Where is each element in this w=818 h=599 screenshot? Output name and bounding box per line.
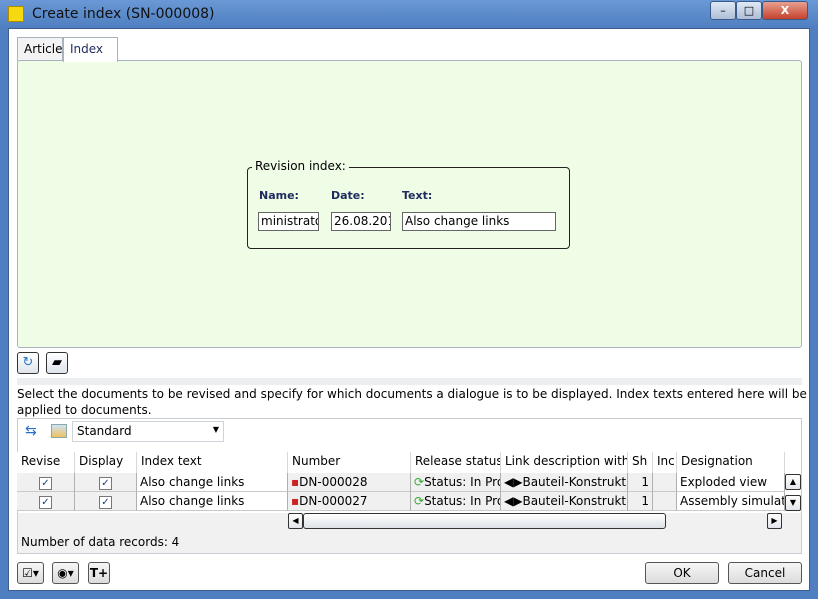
designation-value: Exploded view [680,475,768,489]
number-value: DN-000027 [299,494,368,508]
close-button[interactable]: X [762,1,808,20]
cell-designation[interactable]: Exploded view [677,473,785,492]
column-header[interactable]: Index text [137,452,288,473]
status-cycle-icon: ⟳ [414,494,425,508]
checkbox-icon: ☑▾ [22,566,39,580]
tab-index[interactable]: Index [63,37,118,62]
cell-display[interactable]: ✓ [75,492,137,511]
cell-inc[interactable] [653,473,677,492]
sh-value: 1 [641,494,649,508]
cell-number[interactable]: ▪DN-000027 [288,492,411,511]
index_text-value: Also change links [140,475,245,489]
chevron-down-icon: ▼ [212,425,219,434]
cell-revise[interactable]: ✓ [17,492,75,511]
status-value: Status: In Progress [424,494,500,508]
column-header[interactable]: Sh [628,452,653,473]
status-value: Status: In Progress [424,475,500,489]
status-cycle-icon: ⟳ [414,475,425,489]
refresh-icon: ↻ [22,355,34,370]
text-format-button[interactable]: T+ [88,562,110,584]
display-checkbox[interactable]: ✓ [99,496,112,509]
eraser-button[interactable]: ▰ [46,352,68,374]
link-value: Bauteil-Konstruktion [522,494,627,508]
view-settings-icon[interactable] [51,424,67,438]
cancel-button[interactable]: Cancel [728,562,802,584]
view-select[interactable]: Standard ▼ [72,421,224,442]
date-label: Date: [331,189,365,202]
date-field[interactable]: 26.08.2015 [331,212,391,231]
refresh-button[interactable]: ↻ [17,352,39,374]
scroll-right-button[interactable]: ▶ [767,513,782,529]
tab-article[interactable]: Article [17,37,63,61]
index_text-value: Also change links [140,494,245,508]
column-header[interactable]: Revise [17,452,75,473]
ok-button[interactable]: OK [645,562,719,584]
cell-number[interactable]: ▪DN-000028 [288,473,411,492]
link-arrows-icon: ◀▶ [504,475,523,489]
app-icon [8,6,24,22]
scroll-left-button[interactable]: ◀ [288,513,303,529]
text-field[interactable]: Also change links [402,212,556,231]
eraser-icon: ▰ [52,355,62,370]
pdf-document-icon: ▪ [291,494,300,508]
revise-checkbox[interactable]: ✓ [39,496,52,509]
revise-checkbox[interactable]: ✓ [39,477,52,490]
column-header[interactable]: Inc [653,452,677,473]
number-value: DN-000028 [299,475,368,489]
scroll-up-button[interactable]: ▲ [785,474,801,490]
text-icon: T+ [89,566,109,580]
revision-index-group [247,167,570,249]
cell-display[interactable]: ✓ [75,473,137,492]
designation-value: Assembly simulation [680,494,785,508]
name-label: Name: [259,189,299,202]
window-title: Create index (SN-000008) [32,6,215,22]
column-header[interactable]: Display [75,452,137,473]
text-label: Text: [402,189,433,202]
minimize-button[interactable]: – [710,1,736,20]
instructions-text: Select the documents to be revised and s… [17,387,807,417]
cell-index_text[interactable]: Also change links [137,492,288,511]
revision-index-legend: Revision index: [252,159,349,173]
record-count: Number of data records: 4 [21,535,180,549]
sh-value: 1 [641,475,649,489]
scroll-down-button[interactable]: ▼ [785,495,801,511]
swap-icon[interactable]: ⇆ [25,423,37,439]
eye-icon: ◉▾ [57,566,74,580]
display-options-button[interactable]: ◉▾ [52,562,79,584]
cell-revise[interactable]: ✓ [17,473,75,492]
view-select-value: Standard [77,424,132,438]
cell-link[interactable]: ◀▶Bauteil-Konstruktion [501,473,628,492]
cell-designation[interactable]: Assembly simulation [677,492,785,511]
column-header[interactable]: Designation [677,452,785,473]
name-field[interactable]: ministrator [258,212,319,231]
display-checkbox[interactable]: ✓ [99,477,112,490]
horizontal-scrollbar-thumb[interactable] [303,513,666,529]
cell-sh[interactable]: 1 [628,473,653,492]
cell-index_text[interactable]: Also change links [137,473,288,492]
maximize-button[interactable]: □ [736,1,762,20]
column-header[interactable]: Number [288,452,411,473]
splitter[interactable] [17,378,802,385]
column-header[interactable]: Link description with i [501,452,628,473]
check-options-button[interactable]: ☑▾ [17,562,44,584]
cell-sh[interactable]: 1 [628,492,653,511]
cell-status[interactable]: ⟳Status: In Progress [411,492,501,511]
cell-status[interactable]: ⟳Status: In Progress [411,473,501,492]
pdf-document-icon: ▪ [291,475,300,489]
column-header[interactable]: Release status [411,452,501,473]
cell-link[interactable]: ◀▶Bauteil-Konstruktion [501,492,628,511]
link-value: Bauteil-Konstruktion [522,475,627,489]
cell-inc[interactable] [653,492,677,511]
link-arrows-icon: ◀▶ [504,494,523,508]
